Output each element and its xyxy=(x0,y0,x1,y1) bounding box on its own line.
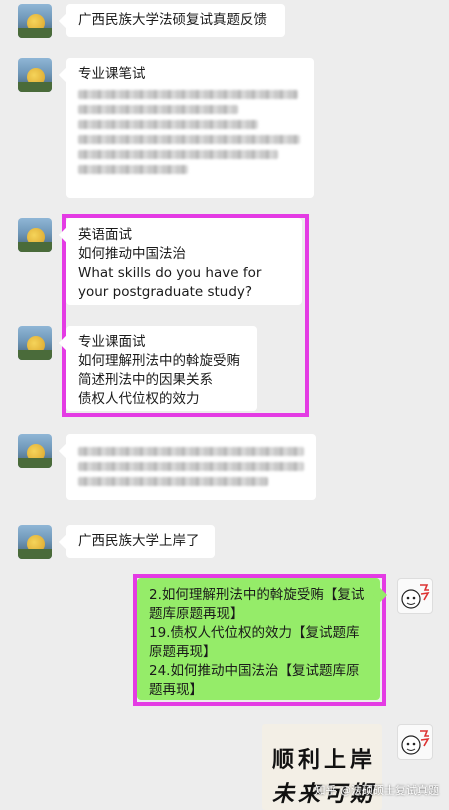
message-text: 简述刑法中的因果关系 xyxy=(78,372,213,388)
message-text: 专业课笔试 xyxy=(78,66,146,82)
cartoon-face-icon xyxy=(401,730,430,755)
message-bubble[interactable]: 广西民族大学上岸了 xyxy=(66,525,215,558)
blurred-text xyxy=(78,165,188,174)
blurred-text xyxy=(78,447,304,456)
avatar[interactable] xyxy=(18,4,52,38)
avatar[interactable] xyxy=(18,525,52,559)
avatar[interactable] xyxy=(18,434,52,468)
message-text: 广西民族大学上岸了 xyxy=(78,533,200,549)
message-text: What skills do you have for your postgra… xyxy=(78,265,262,300)
sticker-text: 顺利上岸 xyxy=(272,747,377,773)
watermark: 知乎 @法硕硕士复试真题 xyxy=(314,784,440,797)
avatar[interactable] xyxy=(18,326,52,360)
blurred-text xyxy=(78,135,300,144)
blurred-text xyxy=(78,90,298,99)
message-text: 2.如何理解刑法中的斡旋受贿【复试题库原题再现】 xyxy=(149,587,365,622)
blurred-text xyxy=(78,462,304,471)
message-text: 19.债权人代位权的效力【复试题库原题再现】 xyxy=(149,625,360,660)
blurred-text xyxy=(78,120,258,129)
message-bubble[interactable]: 英语面试 如何推动中国法治 What skills do you have fo… xyxy=(66,218,302,305)
blurred-text xyxy=(78,150,278,159)
message-text: 如何理解刑法中的斡旋受贿 xyxy=(78,353,240,369)
cartoon-face-icon xyxy=(401,584,430,609)
message-bubble[interactable]: 专业课笔试 xyxy=(66,58,314,198)
avatar[interactable] xyxy=(18,58,52,92)
message-text: 英语面试 xyxy=(78,227,132,243)
my-avatar[interactable] xyxy=(397,724,433,760)
message-bubble[interactable] xyxy=(66,434,316,500)
message-bubble[interactable]: 专业课面试 如何理解刑法中的斡旋受贿 简述刑法中的因果关系 债权人代位权的效力 xyxy=(66,326,257,411)
blurred-text xyxy=(78,105,238,114)
message-text: 广西民族大学法硕复试真题反馈 xyxy=(78,12,267,28)
message-text: 专业课面试 xyxy=(78,334,146,350)
my-avatar[interactable] xyxy=(397,578,433,614)
avatar[interactable] xyxy=(18,218,52,252)
message-bubble[interactable]: 广西民族大学法硕复试真题反馈 xyxy=(66,4,285,37)
message-text: 债权人代位权的效力 xyxy=(78,391,200,407)
blurred-text xyxy=(78,477,268,486)
message-text: 24.如何推动中国法治【复试题库原题再现】 xyxy=(149,663,360,698)
message-text: 如何推动中国法治 xyxy=(78,246,186,262)
sent-message-bubble[interactable]: 2.如何理解刑法中的斡旋受贿【复试题库原题再现】 19.债权人代位权的效力【复试… xyxy=(137,578,380,700)
